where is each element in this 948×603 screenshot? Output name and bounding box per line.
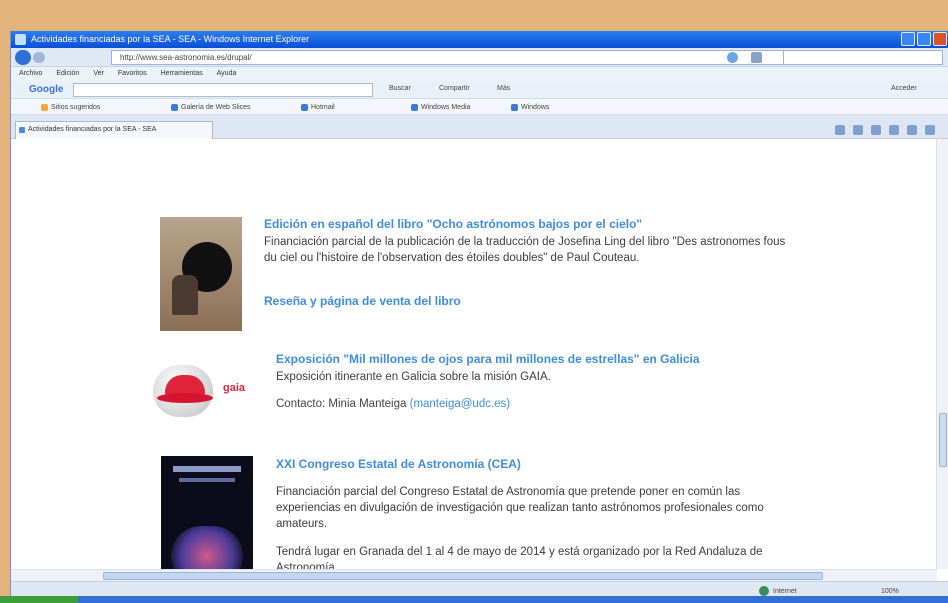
contact-label: Contacto: Minia Manteiga	[276, 398, 407, 410]
tab-bar: Actividades financiadas por la SEA - SEA	[11, 115, 948, 139]
close-button[interactable]	[933, 32, 947, 46]
tab-active[interactable]: Actividades financiadas por la SEA - SEA	[15, 121, 213, 139]
figure-graphic	[172, 275, 198, 315]
menu-bar: Archivo Edición Ver Favoritos Herramient…	[11, 67, 948, 81]
address-bar: http://www.sea-astronomia.es/drupal/	[11, 48, 948, 67]
item-title-congress[interactable]: XXI Congreso Estatal de Astronomía (CEA)	[276, 457, 521, 471]
nebula-graphic	[171, 526, 243, 569]
gaia-brim	[157, 393, 213, 403]
menu-ver[interactable]: Ver	[93, 67, 104, 81]
page-icon	[411, 103, 418, 111]
page-icon	[511, 103, 518, 111]
favorite-item[interactable]: Windows Media	[411, 102, 470, 112]
browser-window: Actividades financiadas por la SEA - SEA…	[10, 31, 948, 603]
item-text-book: Financiación parcial de la publicación d…	[264, 236, 786, 264]
item-text-exhibition: Exposición itinerante en Galicia sobre l…	[276, 371, 551, 383]
vertical-scrollbar[interactable]	[936, 139, 948, 569]
horizontal-scrollbar[interactable]	[11, 569, 937, 581]
minimize-button[interactable]	[901, 32, 915, 46]
congress-poster-image[interactable]	[161, 456, 253, 569]
book-sale-link[interactable]: Reseña y página de venta del libro	[264, 294, 461, 308]
menu-favoritos[interactable]: Favoritos	[118, 67, 147, 81]
page-menu-icon[interactable]	[907, 125, 917, 135]
item-text-congress: Financiación parcial del Congreso Estata…	[276, 486, 764, 530]
window-title: Actividades financiadas por la SEA - SEA…	[31, 34, 310, 44]
horizontal-scroll-thumb[interactable]	[103, 572, 823, 580]
gaia-logo[interactable]	[153, 361, 217, 417]
security-zone[interactable]: Internet	[759, 586, 797, 596]
maximize-button[interactable]	[917, 32, 931, 46]
google-logo: Google	[29, 84, 64, 95]
home-icon[interactable]	[835, 125, 845, 135]
poster-title-graphic	[173, 466, 241, 472]
page-icon	[171, 103, 178, 111]
menu-herramientas[interactable]: Herramientas	[161, 67, 203, 81]
mail-icon[interactable]	[871, 125, 881, 135]
item-text-congress-date: Tendrá lugar en Granada del 1 al 4 de ma…	[276, 546, 763, 569]
url-input[interactable]: http://www.sea-astronomia.es/drupal/	[111, 50, 801, 65]
item-title-exhibition[interactable]: Exposición "Mil millones de ojos para mi…	[276, 352, 700, 366]
forward-button[interactable]	[33, 52, 45, 63]
vertical-scroll-thumb[interactable]	[939, 413, 947, 467]
contact-line: Contacto: Minia Manteiga (manteiga@udc.e…	[276, 398, 510, 410]
favorite-item[interactable]: Hotmail	[301, 102, 335, 112]
back-button[interactable]	[15, 50, 31, 65]
favorite-item[interactable]: Windows	[511, 102, 549, 112]
google-more-button[interactable]: Más	[497, 85, 510, 95]
favorite-item[interactable]: Sitios sugeridos	[41, 102, 100, 112]
poster-subtitle-graphic	[179, 478, 235, 482]
star-icon	[41, 103, 48, 111]
book-cover-image[interactable]	[160, 217, 242, 331]
google-share-button[interactable]: Compartir	[439, 85, 470, 95]
zoom-level[interactable]: 100%	[881, 588, 899, 595]
contact-email-link[interactable]: (manteiga@udc.es)	[410, 398, 511, 410]
favorite-item[interactable]: Galería de Web Slices	[171, 102, 251, 112]
ie-icon	[15, 34, 26, 45]
favorites-bar: Sitios sugeridos Galería de Web Slices H…	[11, 99, 948, 115]
window-controls	[901, 32, 947, 46]
page-content: Edición en español del libro "Ocho astró…	[11, 139, 937, 569]
google-search-button[interactable]: Buscar	[389, 85, 411, 95]
command-bar	[835, 125, 935, 135]
taskbar	[0, 596, 948, 603]
page-icon	[19, 127, 25, 133]
title-bar: Actividades financiadas por la SEA - SEA…	[11, 31, 948, 48]
globe-icon	[759, 586, 769, 596]
menu-ayuda[interactable]: Ayuda	[217, 67, 237, 81]
refresh-icon[interactable]	[727, 52, 738, 63]
gaia-logo-text: gaia	[223, 382, 246, 394]
start-button[interactable]	[0, 596, 78, 603]
print-icon[interactable]	[889, 125, 899, 135]
google-toolbar: Google Buscar Compartir Más Acceder	[11, 81, 948, 99]
google-signin-button[interactable]: Acceder	[891, 85, 917, 95]
stop-icon[interactable]	[751, 52, 762, 63]
item-title-book[interactable]: Edición en español del libro "Ocho astró…	[264, 217, 642, 231]
menu-archivo[interactable]: Archivo	[19, 67, 42, 81]
menu-edicion[interactable]: Edición	[56, 67, 79, 81]
search-input[interactable]	[783, 50, 943, 65]
page-icon	[301, 103, 308, 111]
feeds-icon[interactable]	[853, 125, 863, 135]
tools-icon[interactable]	[925, 125, 935, 135]
google-search-input[interactable]	[73, 83, 373, 97]
